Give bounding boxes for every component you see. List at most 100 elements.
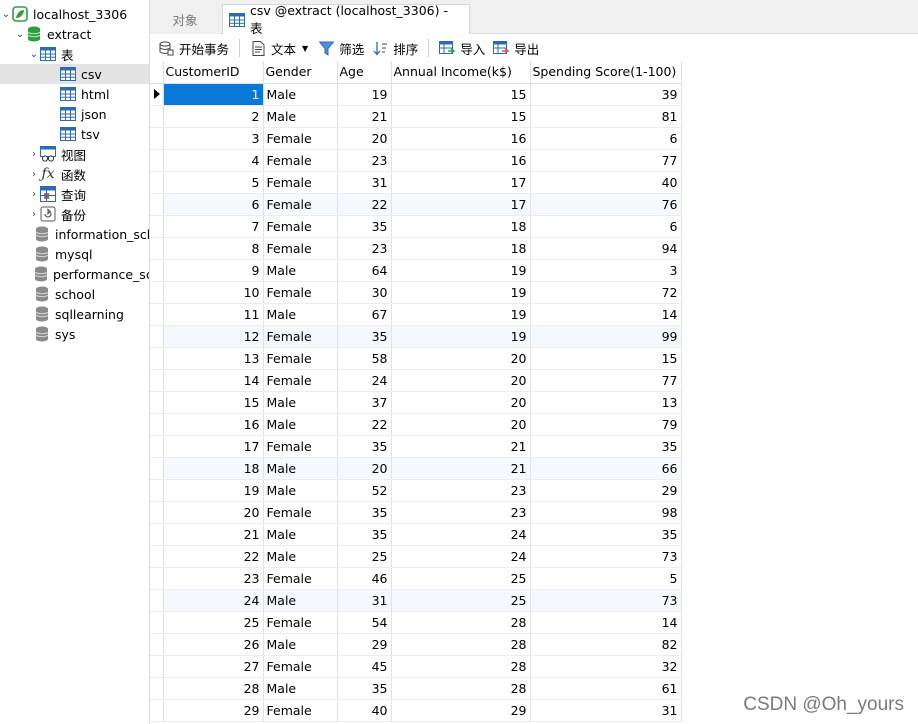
table-cell[interactable]: 6 [163, 193, 264, 216]
table-cell[interactable]: 21 [391, 435, 531, 458]
tab-objects[interactable]: 对象 [150, 4, 220, 34]
table-row[interactable]: 5 Female 31 17 40 [150, 171, 682, 194]
chevron-down-icon[interactable]: ⌄ [0, 9, 12, 20]
table-row[interactable]: 21 Male 35 24 35 [150, 523, 682, 546]
table-cell[interactable]: 20 [391, 413, 531, 436]
table-cell[interactable]: 45 [337, 655, 392, 678]
table-cell[interactable]: 6 [530, 127, 682, 150]
table-cell[interactable]: 20 [391, 369, 531, 392]
table-cell[interactable]: 17 [391, 193, 531, 216]
table-row[interactable]: 27 Female 45 28 32 [150, 655, 682, 678]
table-cell[interactable]: 35 [337, 677, 392, 700]
table-cell[interactable]: 15 [163, 391, 264, 414]
table-row[interactable]: 26 Male 29 28 82 [150, 633, 682, 656]
table-cell[interactable]: 31 [337, 589, 392, 612]
table-cell[interactable]: 77 [530, 149, 682, 172]
tree-item-views[interactable]: › 视图 [28, 144, 149, 164]
table-cell[interactable]: 23 [337, 149, 392, 172]
table-cell[interactable]: Male [263, 105, 338, 128]
row-indicator[interactable] [150, 149, 164, 172]
table-cell[interactable]: 19 [337, 83, 392, 106]
table-cell[interactable]: 24 [391, 523, 531, 546]
export-button[interactable]: 导出 [489, 37, 543, 59]
table-cell[interactable]: 25 [337, 545, 392, 568]
table-cell[interactable]: Male [263, 479, 338, 502]
row-indicator[interactable] [150, 413, 164, 436]
table-cell[interactable]: Male [263, 303, 338, 326]
table-cell[interactable]: 24 [391, 545, 531, 568]
column-header-spending-score[interactable]: Spending Score(1-100) [530, 61, 682, 84]
table-row[interactable]: 29 Female 40 29 31 [150, 699, 682, 722]
column-header-gender[interactable]: Gender [263, 61, 338, 84]
table-cell[interactable]: Female [263, 171, 338, 194]
row-indicator[interactable] [150, 435, 164, 458]
table-cell[interactable]: 20 [163, 501, 264, 524]
column-header-customerid[interactable]: CustomerID [163, 61, 264, 84]
table-cell[interactable]: 29 [163, 699, 264, 722]
chevron-right-icon[interactable]: › [28, 149, 40, 160]
chevron-right-icon[interactable]: › [28, 209, 40, 220]
table-cell[interactable]: 76 [530, 193, 682, 216]
table-row[interactable]: 18 Male 20 21 66 [150, 457, 682, 480]
tree-item-database-sys[interactable]: sys [34, 324, 149, 344]
table-row[interactable]: 4 Female 23 16 77 [150, 149, 682, 172]
table-cell[interactable]: 16 [163, 413, 264, 436]
table-cell[interactable]: 13 [530, 391, 682, 414]
table-cell[interactable]: 26 [163, 633, 264, 656]
table-cell[interactable]: 28 [391, 677, 531, 700]
row-indicator[interactable] [150, 589, 164, 612]
row-indicator[interactable] [150, 369, 164, 392]
table-cell[interactable]: 35 [337, 523, 392, 546]
table-cell[interactable]: 81 [530, 105, 682, 128]
tree-item-table-json[interactable]: json [60, 104, 149, 124]
table-cell[interactable]: 16 [391, 149, 531, 172]
table-row[interactable]: 2 Male 21 15 81 [150, 105, 682, 128]
table-cell[interactable]: 30 [337, 281, 392, 304]
table-cell[interactable]: 23 [391, 501, 531, 524]
row-indicator[interactable] [150, 193, 164, 216]
table-cell[interactable]: 24 [163, 589, 264, 612]
table-row[interactable]: 8 Female 23 18 94 [150, 237, 682, 260]
table-cell[interactable]: 15 [391, 83, 531, 106]
tab-csv-table[interactable]: csv @extract (localhost_3306) - 表 [222, 3, 470, 36]
table-cell[interactable]: Male [263, 523, 338, 546]
tree-item-database-sqllearning[interactable]: sqllearning [34, 304, 149, 324]
table-cell[interactable]: 17 [163, 435, 264, 458]
table-cell[interactable]: 58 [337, 347, 392, 370]
tree-item-table-csv[interactable]: csv [0, 64, 149, 84]
table-cell[interactable]: 24 [337, 369, 392, 392]
table-cell[interactable]: 4 [163, 149, 264, 172]
table-cell[interactable]: 8 [163, 237, 264, 260]
table-cell[interactable]: 18 [163, 457, 264, 480]
table-cell[interactable]: 66 [530, 457, 682, 480]
table-cell[interactable]: 1 [163, 83, 264, 106]
row-indicator[interactable] [150, 281, 164, 304]
table-cell[interactable]: Male [263, 633, 338, 656]
table-cell[interactable]: 35 [337, 215, 392, 238]
table-cell[interactable]: 14 [163, 369, 264, 392]
table-cell[interactable]: 5 [530, 567, 682, 590]
table-cell[interactable]: 77 [530, 369, 682, 392]
table-cell[interactable]: 19 [391, 281, 531, 304]
row-indicator[interactable] [150, 677, 164, 700]
table-cell[interactable]: 46 [337, 567, 392, 590]
tree-item-database-performance-schema[interactable]: performance_schema [34, 264, 149, 284]
table-cell[interactable]: Female [263, 567, 338, 590]
table-cell[interactable]: 25 [391, 567, 531, 590]
table-cell[interactable]: 20 [337, 127, 392, 150]
table-cell[interactable]: 94 [530, 237, 682, 260]
tree-item-connection[interactable]: ⌄ localhost_3306 [0, 4, 149, 24]
table-row[interactable]: 10 Female 30 19 72 [150, 281, 682, 304]
table-cell[interactable]: 61 [530, 677, 682, 700]
table-cell[interactable]: 11 [163, 303, 264, 326]
table-cell[interactable]: 20 [337, 457, 392, 480]
table-cell[interactable]: 19 [391, 303, 531, 326]
table-cell[interactable]: Female [263, 435, 338, 458]
table-cell[interactable]: Male [263, 677, 338, 700]
table-cell[interactable]: 22 [337, 413, 392, 436]
table-row[interactable]: 6 Female 22 17 76 [150, 193, 682, 216]
table-cell[interactable]: 9 [163, 259, 264, 282]
row-indicator[interactable] [150, 83, 164, 106]
table-cell[interactable]: 28 [391, 633, 531, 656]
table-cell[interactable]: 15 [391, 105, 531, 128]
